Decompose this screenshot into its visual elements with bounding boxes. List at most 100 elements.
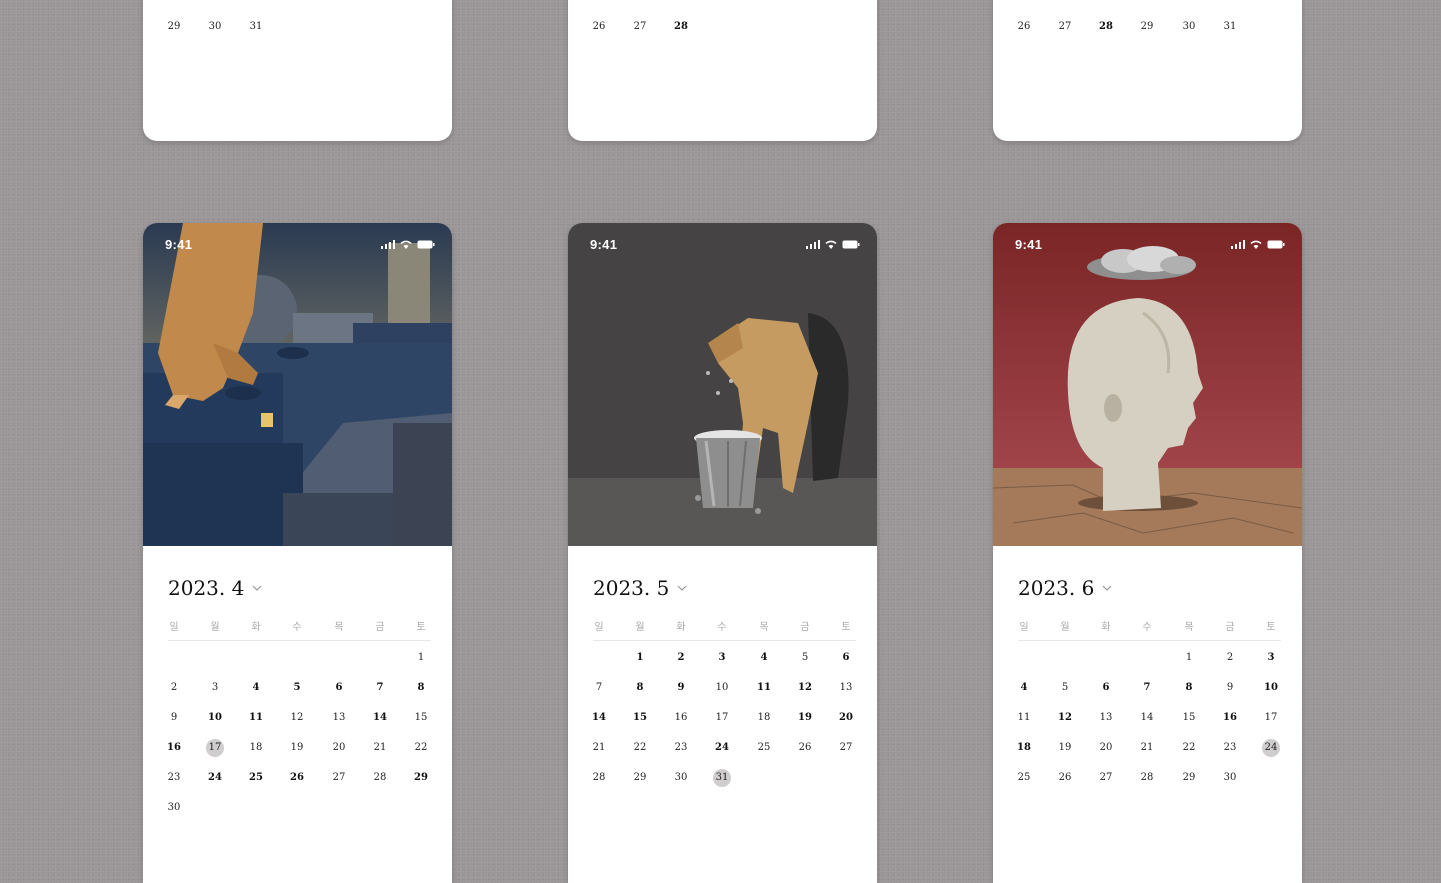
day-cell[interactable]: 2 (1219, 649, 1241, 667)
day-cell[interactable]: 28 (670, 18, 692, 36)
day-cell[interactable]: 1 (629, 649, 651, 667)
day-cell[interactable]: 7 (1136, 679, 1158, 697)
day-cell-selected[interactable]: 31 (713, 769, 731, 787)
day-cell[interactable]: 18 (753, 709, 775, 727)
day-cell[interactable]: 26 (794, 739, 816, 757)
day-cell[interactable]: 28 (588, 769, 610, 787)
day-cell[interactable]: 5 (1054, 679, 1076, 697)
day-cell[interactable]: 2 (670, 649, 692, 667)
day-cell[interactable]: 17 (1260, 709, 1282, 727)
day-cell[interactable]: 21 (369, 739, 391, 757)
day-cell[interactable]: 3 (1260, 649, 1282, 667)
day-cell[interactable]: 13 (328, 709, 350, 727)
month-selector[interactable]: 2023. 5 (593, 576, 687, 600)
day-cell[interactable]: 16 (670, 709, 692, 727)
day-cell[interactable]: 17 (711, 709, 733, 727)
day-cell[interactable]: 25 (753, 739, 775, 757)
day-cell[interactable]: 4 (753, 649, 775, 667)
day-cell[interactable]: 6 (328, 679, 350, 697)
day-cell[interactable]: 30 (163, 799, 185, 817)
day-cell[interactable]: 5 (286, 679, 308, 697)
day-cell[interactable]: 15 (1178, 709, 1200, 727)
day-cell[interactable]: 22 (629, 739, 651, 757)
day-cell[interactable]: 29 (410, 769, 432, 787)
day-cell[interactable]: 24 (204, 769, 226, 787)
day-cell[interactable]: 29 (1178, 769, 1200, 787)
day-cell[interactable]: 22 (1178, 739, 1200, 757)
day-cell[interactable]: 29 (629, 769, 651, 787)
day-cell[interactable]: 6 (1095, 679, 1117, 697)
day-cell-selected[interactable]: 24 (1262, 739, 1280, 757)
day-cell[interactable]: 4 (245, 679, 267, 697)
day-cell[interactable]: 20 (835, 709, 857, 727)
day-cell[interactable]: 3 (711, 649, 733, 667)
month-selector[interactable]: 2023. 6 (1018, 576, 1112, 600)
day-cell[interactable]: 8 (629, 679, 651, 697)
day-cell[interactable]: 12 (1054, 709, 1076, 727)
day-cell[interactable]: 2 (163, 679, 185, 697)
day-cell[interactable]: 1 (1178, 649, 1200, 667)
day-cell[interactable]: 19 (794, 709, 816, 727)
day-cell[interactable]: 9 (670, 679, 692, 697)
day-cell[interactable]: 4 (1013, 679, 1035, 697)
day-cell[interactable]: 28 (1095, 18, 1117, 36)
day-cell[interactable]: 8 (1178, 679, 1200, 697)
day-cell[interactable]: 16 (163, 739, 185, 757)
day-cell[interactable]: 27 (1095, 769, 1117, 787)
day-cell[interactable]: 22 (410, 739, 432, 757)
day-cell[interactable]: 19 (286, 739, 308, 757)
day-cell[interactable]: 26 (286, 769, 308, 787)
day-cell[interactable]: 25 (1013, 769, 1035, 787)
day-cell[interactable]: 20 (328, 739, 350, 757)
day-cell[interactable]: 10 (1260, 679, 1282, 697)
day-cell[interactable]: 13 (1095, 709, 1117, 727)
day-cell[interactable]: 25 (245, 769, 267, 787)
day-cell[interactable]: 30 (1178, 18, 1200, 36)
day-cell[interactable]: 30 (670, 769, 692, 787)
day-cell[interactable]: 15 (410, 709, 432, 727)
day-cell[interactable]: 26 (1013, 18, 1035, 36)
day-cell[interactable]: 13 (835, 679, 857, 697)
day-cell[interactable]: 26 (1054, 769, 1076, 787)
day-cell[interactable]: 11 (753, 679, 775, 697)
day-cell[interactable]: 12 (794, 679, 816, 697)
day-cell[interactable]: 29 (1136, 18, 1158, 36)
day-cell[interactable]: 10 (711, 679, 733, 697)
day-cell[interactable]: 15 (629, 709, 651, 727)
day-cell[interactable]: 11 (245, 709, 267, 727)
day-cell[interactable]: 18 (1013, 739, 1035, 757)
day-cell[interactable]: 19 (1054, 739, 1076, 757)
day-cell[interactable]: 11 (1013, 709, 1035, 727)
day-cell[interactable]: 23 (670, 739, 692, 757)
day-cell[interactable]: 3 (204, 679, 226, 697)
day-cell[interactable]: 14 (1136, 709, 1158, 727)
day-cell[interactable]: 7 (588, 679, 610, 697)
day-cell[interactable]: 27 (629, 18, 651, 36)
day-cell[interactable]: 24 (711, 739, 733, 757)
day-cell[interactable]: 30 (1219, 769, 1241, 787)
day-cell[interactable]: 5 (794, 649, 816, 667)
day-cell[interactable]: 27 (328, 769, 350, 787)
day-cell[interactable]: 30 (204, 18, 226, 36)
day-cell[interactable]: 28 (369, 769, 391, 787)
day-cell[interactable]: 29 (163, 18, 185, 36)
day-cell[interactable]: 27 (835, 739, 857, 757)
day-cell[interactable]: 6 (835, 649, 857, 667)
day-cell[interactable]: 18 (245, 739, 267, 757)
day-cell[interactable]: 12 (286, 709, 308, 727)
day-cell[interactable]: 21 (1136, 739, 1158, 757)
day-cell[interactable]: 20 (1095, 739, 1117, 757)
day-cell-selected[interactable]: 17 (206, 739, 224, 757)
day-cell[interactable]: 23 (163, 769, 185, 787)
day-cell[interactable]: 23 (1219, 739, 1241, 757)
day-cell[interactable]: 26 (588, 18, 610, 36)
day-cell[interactable]: 9 (1219, 679, 1241, 697)
day-cell[interactable]: 21 (588, 739, 610, 757)
day-cell[interactable]: 14 (588, 709, 610, 727)
day-cell[interactable]: 10 (204, 709, 226, 727)
day-cell[interactable]: 31 (245, 18, 267, 36)
day-cell[interactable]: 14 (369, 709, 391, 727)
day-cell[interactable]: 8 (410, 679, 432, 697)
day-cell[interactable]: 16 (1219, 709, 1241, 727)
day-cell[interactable]: 31 (1219, 18, 1241, 36)
